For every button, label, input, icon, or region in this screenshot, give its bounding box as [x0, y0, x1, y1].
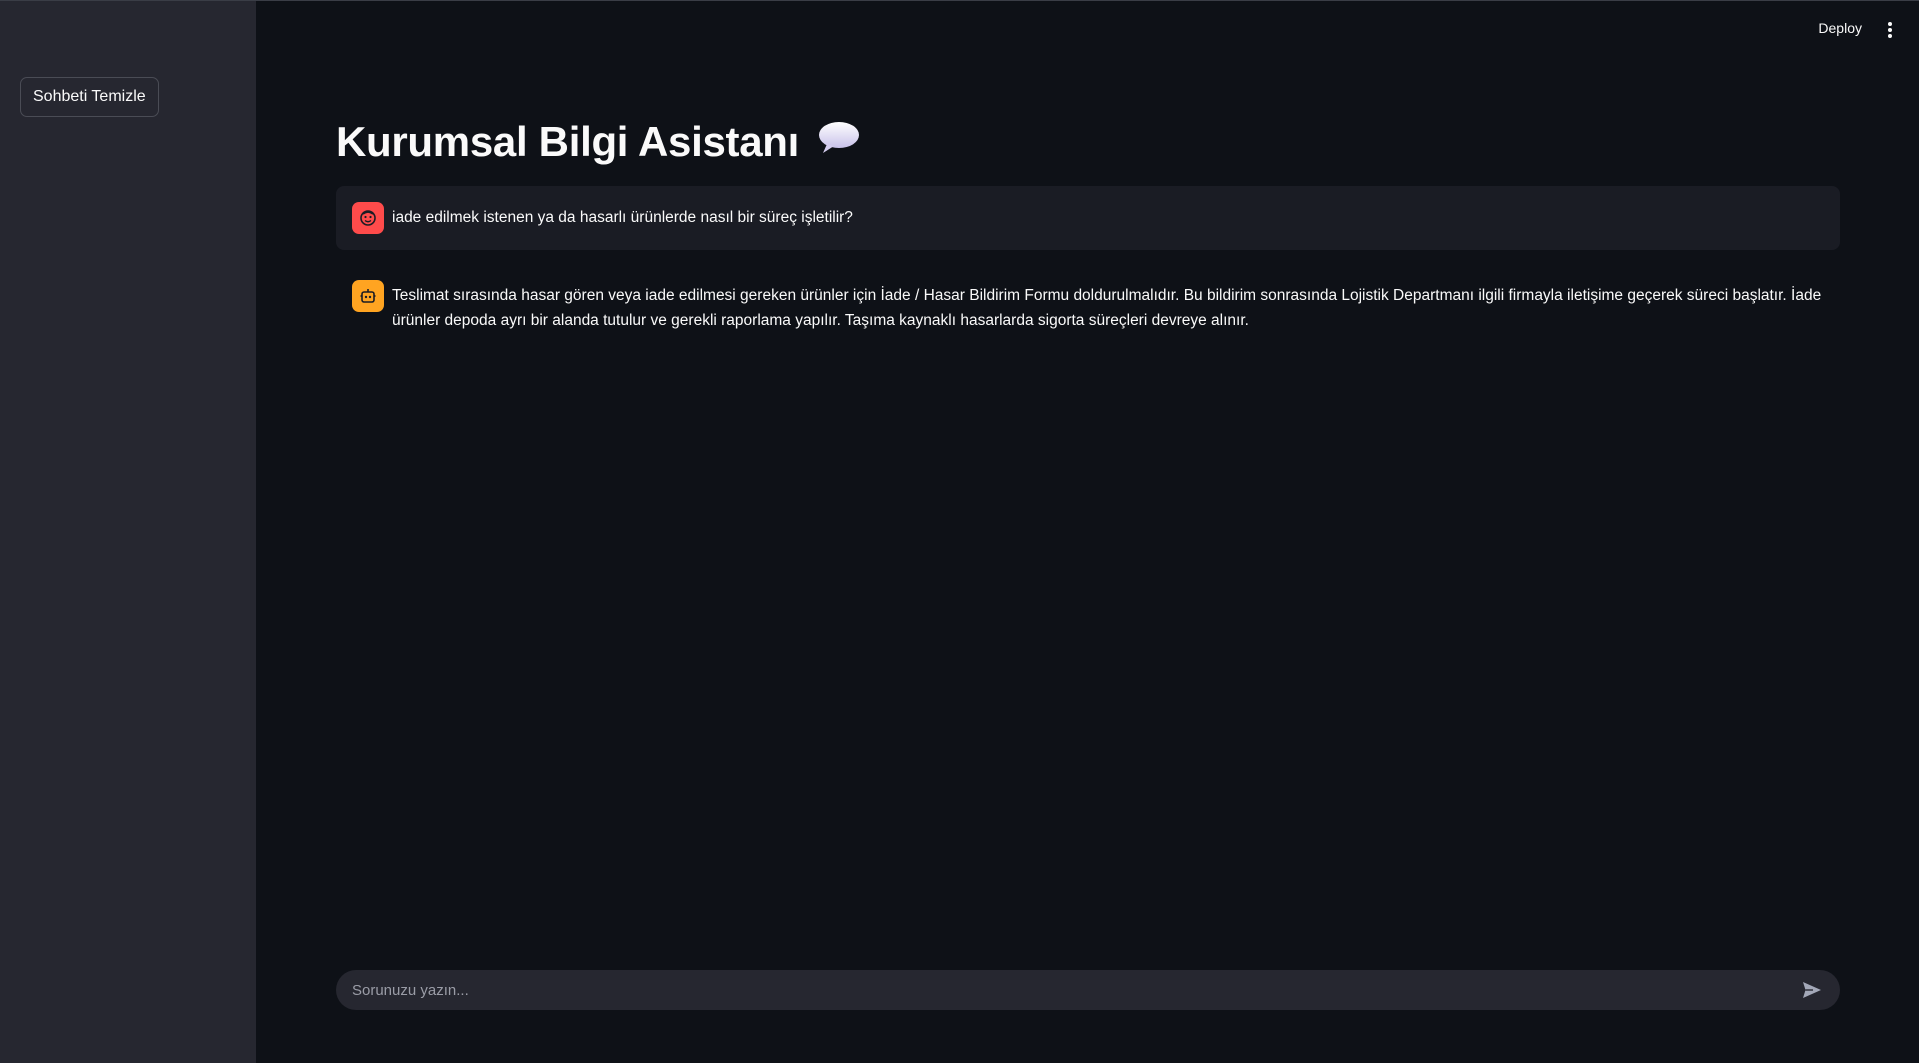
assistant-message: Teslimat sırasında hasar gören veya iade…	[336, 280, 1840, 333]
send-icon[interactable]	[1800, 978, 1824, 1002]
top-border	[0, 0, 1919, 1]
sidebar: Sohbeti Temizle	[0, 0, 256, 1063]
speech-bubble-icon	[817, 118, 861, 166]
chat-input-box	[336, 970, 1840, 1010]
assistant-message-text: Teslimat sırasında hasar gören veya iade…	[392, 287, 1822, 329]
main-content: Kurumsal Bilgi Asistanı iade edilmek ist…	[336, 0, 1840, 1063]
clear-chat-button[interactable]: Sohbeti Temizle	[20, 77, 159, 117]
robot-icon	[352, 280, 384, 312]
page-title: Kurumsal Bilgi Asistanı	[336, 118, 861, 166]
user-message: iade edilmek istenen ya da hasarlı ürünl…	[336, 186, 1840, 250]
page-title-text: Kurumsal Bilgi Asistanı	[336, 118, 799, 165]
user-message-text: iade edilmek istenen ya da hasarlı ürünl…	[392, 209, 853, 226]
vertical-dots-icon[interactable]	[1887, 22, 1893, 38]
app-window: Sohbeti Temizle Deploy Kurumsal Bilgi As…	[0, 0, 1919, 1063]
chat-input[interactable]	[352, 981, 1800, 999]
user-face-icon	[352, 202, 384, 234]
